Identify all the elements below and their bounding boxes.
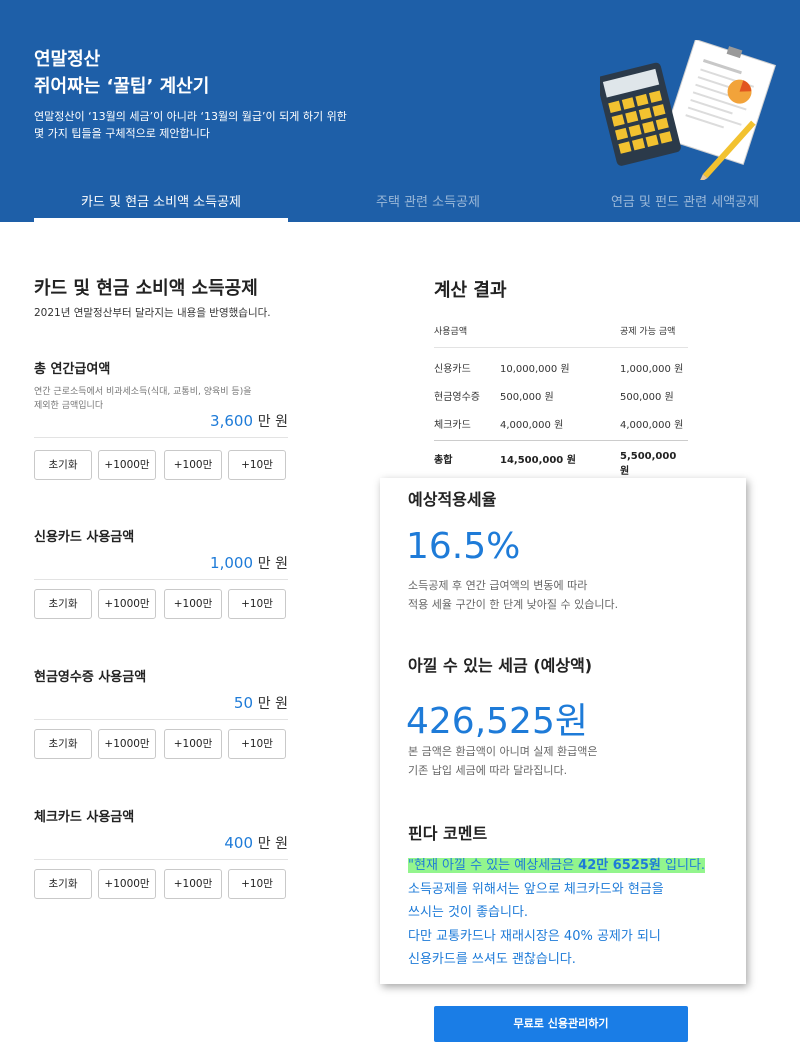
free-credit-management-button[interactable]: 무료로 신용관리하기: [434, 1006, 688, 1042]
row-used: 10,000,000 원: [500, 364, 570, 375]
annual-salary-value[interactable]: 3,600 만 원: [34, 411, 288, 438]
field-description: 연간 근로소득에서 비과세소득(식대, 교통비, 양육비 등)을 제외한 금액입…: [34, 385, 288, 413]
section-title: 카드 및 현금 소비액 소득공제: [34, 278, 258, 299]
cash-receipt-field: 현금영수증 사용금액 50 만 원 초기화 +1000만 +100만 +10만: [34, 666, 288, 762]
row-used: 500,000 원: [500, 392, 554, 403]
column-header-used: 사용금액: [434, 327, 468, 337]
result-card: 예상적용세율 16.5% 소득공제 후 연간 급여액의 변동에 따라 적용 세율…: [380, 478, 746, 984]
page-title-line1: 연말정산: [34, 49, 101, 70]
field-description-line1: 연간 근로소득에서 비과세소득(식대, 교통비, 양육비 등)을: [34, 387, 252, 397]
tax-rate-value: 16.5%: [406, 526, 521, 567]
calculator-document-illustration: [600, 40, 777, 180]
tax-rate-description: 소득공제 후 연간 급여액의 변동에 따라 적용 세율 구간이 한 단계 낮아질…: [408, 576, 618, 614]
total-deductible: 5,500,000 원: [620, 451, 677, 477]
comment-highlight-pre: "현재 아낄 수 있는 예상세금은: [408, 858, 579, 873]
row-name: 체크카드: [434, 420, 471, 431]
total-used: 14,500,000 원: [500, 455, 576, 466]
result-table: 사용금액 공제 가능 금액 신용카드 10,000,000 원 1,000,00…: [434, 318, 688, 477]
page-title-line2: 쥐어짜는 ‘꿀팁’ 계산기: [34, 76, 210, 97]
savings-value: 426,525원: [406, 701, 588, 742]
value-number: 400: [224, 834, 253, 852]
add-100-button[interactable]: +100만: [164, 869, 222, 899]
row-deductible: 1,000,000 원: [620, 364, 684, 375]
comment-line2: 소득공제를 위해서는 앞으로 체크카드와 현금을: [408, 881, 664, 897]
increment-buttons: 초기화 +1000만 +100만 +10만: [34, 729, 288, 759]
page-subtitle: 연말정산이 ‘13월의 세금’이 아니라 ‘13월의 월급’이 되게 하기 위한…: [34, 108, 347, 142]
table-total-row: 총합 14,500,000 원 5,500,000 원: [434, 440, 688, 477]
cash-receipt-value[interactable]: 50 만 원: [34, 693, 288, 720]
comment-text: "현재 아낄 수 있는 예상세금은 42만 6525원 입니다. 소득공제를 위…: [408, 854, 738, 972]
comment-title: 핀다 코멘트: [408, 824, 488, 843]
credit-card-value[interactable]: 1,000 만 원: [34, 553, 288, 580]
add-100-button[interactable]: +100만: [164, 450, 222, 480]
comment-highlight-post: 입니다.: [660, 858, 706, 873]
table-row: 체크카드 4,000,000 원 4,000,000 원: [434, 408, 688, 436]
page-subtitle-line1: 연말정산이 ‘13월의 세금’이 아니라 ‘13월의 월급’이 되게 하기 위한: [34, 110, 347, 123]
comment-highlight-amount: 42만 6525원: [578, 858, 661, 873]
row-name: 신용카드: [434, 364, 471, 375]
savings-description-line1: 본 금액은 환급액이 아니며 실제 환급액은: [408, 745, 598, 758]
increment-buttons: 초기화 +1000만 +100만 +10만: [34, 450, 288, 480]
value-unit: 만 원: [257, 836, 288, 852]
row-name: 현금영수증: [434, 392, 480, 403]
value-unit: 만 원: [257, 696, 288, 712]
row-deductible: 4,000,000 원: [620, 420, 684, 431]
add-10-button[interactable]: +10만: [228, 589, 286, 619]
credit-card-field: 신용카드 사용금액 1,000 만 원 초기화 +1000만 +100만 +10…: [34, 526, 288, 622]
page-subtitle-line2: 몇 가지 팁들을 구체적으로 제안합니다: [34, 127, 210, 140]
add-1000-button[interactable]: +1000만: [98, 729, 156, 759]
table-row: 신용카드 10,000,000 원 1,000,000 원: [434, 352, 688, 380]
reset-button[interactable]: 초기화: [34, 729, 92, 759]
tab-bar: 카드 및 현금 소비액 소득공제 주택 관련 소득공제 연금 및 펀드 관련 세…: [0, 186, 800, 222]
debit-card-value[interactable]: 400 만 원: [34, 833, 288, 860]
total-name: 총합: [434, 455, 453, 466]
tab-housing-deduction[interactable]: 주택 관련 소득공제: [300, 186, 556, 222]
header-banner: 연말정산 쥐어짜는 ‘꿀팁’ 계산기 연말정산이 ‘13월의 세금’이 아니라 …: [0, 0, 800, 222]
add-1000-button[interactable]: +1000만: [98, 869, 156, 899]
annual-salary-field: 총 연간급여액 연간 근로소득에서 비과세소득(식대, 교통비, 양육비 등)을…: [34, 358, 288, 482]
add-10-button[interactable]: +10만: [228, 450, 286, 480]
value-number: 1,000: [210, 554, 253, 572]
tax-rate-description-line2: 적용 세율 구간이 한 단계 낮아질 수 있습니다.: [408, 598, 619, 611]
row-used: 4,000,000 원: [500, 420, 564, 431]
debit-card-field: 체크카드 사용금액 400 만 원 초기화 +1000만 +100만 +10만: [34, 806, 288, 902]
column-header-deductible: 공제 가능 금액: [620, 327, 676, 337]
field-label: 신용카드 사용금액: [34, 530, 135, 545]
field-label: 현금영수증 사용금액: [34, 670, 147, 685]
result-table-header: 사용금액 공제 가능 금액: [434, 318, 688, 348]
tab-pension-fund-deduction[interactable]: 연금 및 펀드 관련 세액공제: [570, 186, 800, 222]
page-title: 연말정산 쥐어짜는 ‘꿀팁’ 계산기: [34, 46, 209, 100]
tab-card-cash-deduction[interactable]: 카드 및 현금 소비액 소득공제: [34, 186, 288, 222]
table-row: 현금영수증 500,000 원 500,000 원: [434, 380, 688, 408]
comment-line1: "현재 아낄 수 있는 예상세금은 42만 6525원 입니다.: [408, 854, 738, 878]
field-label: 체크카드 사용금액: [34, 810, 135, 825]
add-10-button[interactable]: +10만: [228, 869, 286, 899]
value-number: 50: [233, 694, 253, 712]
add-100-button[interactable]: +100만: [164, 729, 222, 759]
increment-buttons: 초기화 +1000만 +100만 +10만: [34, 589, 288, 619]
field-label: 총 연간급여액: [34, 362, 111, 377]
add-10-button[interactable]: +10만: [228, 729, 286, 759]
comment-line5: 신용카드를 쓰셔도 괜찮습니다.: [408, 952, 576, 967]
increment-buttons: 초기화 +1000만 +100만 +10만: [34, 869, 288, 899]
value-number: 3,600: [210, 412, 253, 430]
value-unit: 만 원: [257, 556, 288, 572]
result-title: 계산 결과: [434, 280, 507, 301]
add-100-button[interactable]: +100만: [164, 589, 222, 619]
add-1000-button[interactable]: +1000만: [98, 450, 156, 480]
section-subtitle: 2021년 연말정산부터 달라지는 내용을 반영했습니다.: [34, 307, 271, 319]
tax-rate-description-line1: 소득공제 후 연간 급여액의 변동에 따라: [408, 579, 588, 592]
reset-button[interactable]: 초기화: [34, 869, 92, 899]
comment-line3: 쓰시는 것이 좋습니다.: [408, 905, 529, 920]
savings-title: 아낄 수 있는 세금 (예상액): [408, 656, 593, 675]
add-1000-button[interactable]: +1000만: [98, 589, 156, 619]
savings-description-line2: 기존 납입 세금에 따라 달라집니다.: [408, 764, 568, 777]
row-deductible: 500,000 원: [620, 392, 674, 403]
savings-description: 본 금액은 환급액이 아니며 실제 환급액은 기존 납입 세금에 따라 달라집니…: [408, 742, 598, 780]
tax-rate-title: 예상적용세율: [408, 490, 497, 509]
value-unit: 만 원: [257, 414, 288, 430]
reset-button[interactable]: 초기화: [34, 450, 92, 480]
comment-line4: 다만 교통카드나 재래시장은 40% 공제가 되니: [408, 928, 661, 944]
reset-button[interactable]: 초기화: [34, 589, 92, 619]
